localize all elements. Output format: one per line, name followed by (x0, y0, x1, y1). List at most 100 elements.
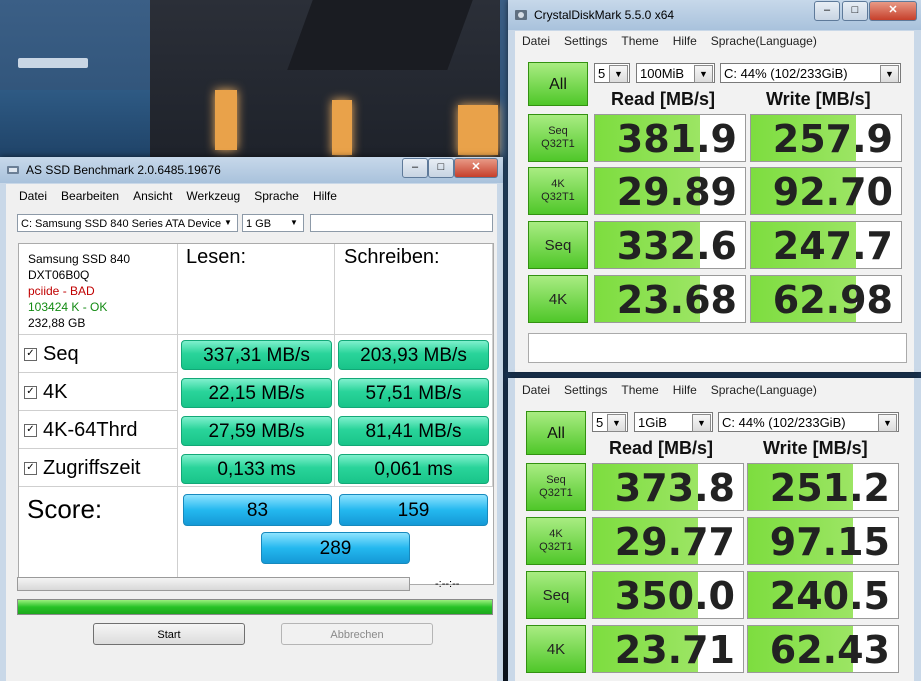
test-label-main: 4K (546, 640, 566, 658)
menu-item-datei[interactable]: Datei (515, 383, 557, 397)
score-write: 159 (339, 494, 488, 526)
menu-item-sprache[interactable]: Sprache (247, 189, 306, 203)
access-time-read-result: 0,133 ms (181, 454, 332, 484)
chevron-down-icon: ▼ (878, 414, 897, 432)
access-time-checkbox[interactable]: ✓ (24, 462, 37, 475)
drive-select[interactable]: C: Samsung SSD 840 Series ATA Device ▼ (17, 214, 238, 232)
count-select[interactable]: 5 ▼ (592, 412, 628, 432)
abort-button[interactable]: Abbrechen (281, 623, 433, 645)
read-header: Read [MB/s] (611, 89, 716, 109)
drive-select-value: C: Samsung SSD 840 Series ATA Device (21, 218, 222, 230)
menu-item-language[interactable]: Sprache(Language) (704, 34, 824, 48)
write-header: Write [MB/s] (763, 438, 868, 458)
close-button[interactable]: ✕ (869, 1, 917, 21)
seq-checkbox[interactable]: ✓ (24, 348, 37, 361)
drive-firmware: DXT06B0Q (28, 268, 90, 282)
minimize-button[interactable]: – (814, 1, 840, 21)
menu-item-settings[interactable]: Settings (557, 383, 614, 397)
menu-item-bearbeiten[interactable]: Bearbeiten (54, 189, 126, 203)
wallpaper-roof (287, 0, 473, 70)
close-button[interactable]: ✕ (454, 158, 498, 178)
disk-icon (515, 10, 527, 20)
test-seq-q32t1-button[interactable]: Seq Q32T1 (528, 114, 588, 162)
read-column-header: Lesen: (186, 246, 247, 268)
write-4k: 62.43 (747, 625, 899, 673)
size-value: 1GiB (638, 415, 667, 430)
test-label-sub: Q32T1 (541, 191, 575, 203)
size-select[interactable]: 100MiB ▼ (636, 63, 715, 83)
chevron-down-icon: ▼ (692, 414, 711, 432)
menu-item-theme[interactable]: Theme (614, 383, 665, 397)
comment-field[interactable] (528, 333, 907, 363)
wallpaper-window-light (458, 105, 498, 155)
test-seq-button[interactable]: Seq (526, 571, 586, 619)
menu-item-hilfe[interactable]: Hilfe (666, 383, 704, 397)
write-seq-q32t1: 257.9 (750, 114, 902, 162)
count-select[interactable]: 5 ▼ (594, 63, 630, 83)
read-seq: 350.0 (592, 571, 744, 619)
drive-info: Samsung SSD 840 DXT06B0Q pciide - BAD 10… (28, 251, 130, 331)
count-value: 5 (598, 66, 606, 81)
menu-item-hilfe[interactable]: Hilfe (666, 34, 704, 48)
chevron-down-icon: ▼ (290, 218, 298, 227)
drive-select[interactable]: C: 44% (102/233GiB) ▼ (720, 63, 901, 83)
menu-item-werkzeug[interactable]: Werkzeug (179, 189, 247, 203)
4k-checkbox[interactable]: ✓ (24, 386, 37, 399)
menu-item-datei[interactable]: Datei (12, 189, 54, 203)
status-field (310, 214, 493, 232)
current-test-progress (17, 577, 410, 591)
as-ssd-window: AS SSD Benchmark 2.0.6485.19676 – □ ✕ Da… (0, 157, 503, 681)
all-button[interactable]: All (528, 62, 588, 106)
write-seq-q32t1: 251.2 (747, 463, 899, 511)
menu-item-ansicht[interactable]: Ansicht (126, 189, 179, 203)
wallpaper-window-light (215, 90, 237, 150)
read-seq: 332.6 (594, 221, 746, 269)
test-4k-q32t1-button[interactable]: 4K Q32T1 (526, 517, 586, 565)
menu-item-hilfe[interactable]: Hilfe (306, 189, 344, 203)
as-ssd-titlebar: AS SSD Benchmark 2.0.6485.19676 – □ ✕ (0, 157, 503, 183)
read-4k-q32t1: 29.89 (594, 167, 746, 215)
4k64-read-result: 27,59 MB/s (181, 416, 332, 446)
score-label: Score: (27, 494, 103, 524)
drive-value: C: 44% (102/233GiB) (724, 66, 848, 81)
read-header: Read [MB/s] (609, 438, 714, 458)
4k64-write-result: 81,41 MB/s (338, 416, 489, 446)
menu-item-language[interactable]: Sprache(Language) (704, 383, 824, 397)
test-4k-button[interactable]: 4K (528, 275, 588, 323)
minimize-button[interactable]: – (402, 158, 428, 178)
alignment-status: 103424 K - OK (28, 300, 108, 314)
seq-read-result: 337,31 MB/s (181, 340, 332, 370)
4k-read-result: 22,15 MB/s (181, 378, 332, 408)
menu-item-theme[interactable]: Theme (614, 34, 665, 48)
menu-item-settings[interactable]: Settings (557, 34, 614, 48)
seq-write-result: 203,93 MB/s (338, 340, 489, 370)
start-button[interactable]: Start (93, 623, 245, 645)
wallpaper-window-light (332, 100, 352, 155)
all-button[interactable]: All (526, 411, 586, 455)
chevron-down-icon: ▼ (880, 65, 899, 83)
test-label-main: 4K (549, 528, 563, 540)
test-seq-button[interactable]: Seq (528, 221, 588, 269)
menu-bar: Datei Settings Theme Hilfe Sprache(Langu… (515, 380, 824, 400)
test-label-main: Seq (546, 474, 566, 486)
window-title: CrystalDiskMark 5.5.0 x64 (534, 8, 675, 22)
size-select[interactable]: 1 GB ▼ (242, 214, 304, 232)
size-select[interactable]: 1GiB ▼ (634, 412, 713, 432)
test-label-sub: Q32T1 (539, 487, 573, 499)
write-header: Write [MB/s] (766, 89, 871, 109)
test-4k-q32t1-button[interactable]: 4K Q32T1 (528, 167, 588, 215)
4k64-checkbox[interactable]: ✓ (24, 424, 37, 437)
maximize-button[interactable]: □ (428, 158, 454, 178)
cdm-titlebar: CrystalDiskMark 5.5.0 x64 – □ ✕ (508, 0, 921, 30)
chevron-down-icon: ▼ (609, 65, 628, 83)
maximize-button[interactable]: □ (842, 1, 868, 21)
test-seq-q32t1-button[interactable]: Seq Q32T1 (526, 463, 586, 511)
menu-item-datei[interactable]: Datei (515, 34, 557, 48)
score-read: 83 (183, 494, 332, 526)
test-4k-button[interactable]: 4K (526, 625, 586, 673)
app-icon (7, 166, 19, 174)
test-label-main: 4K (551, 178, 565, 190)
chevron-down-icon: ▼ (224, 218, 232, 227)
row-label-4k64: 4K-64Thrd (43, 419, 138, 441)
drive-select[interactable]: C: 44% (102/233GiB) ▼ (718, 412, 899, 432)
